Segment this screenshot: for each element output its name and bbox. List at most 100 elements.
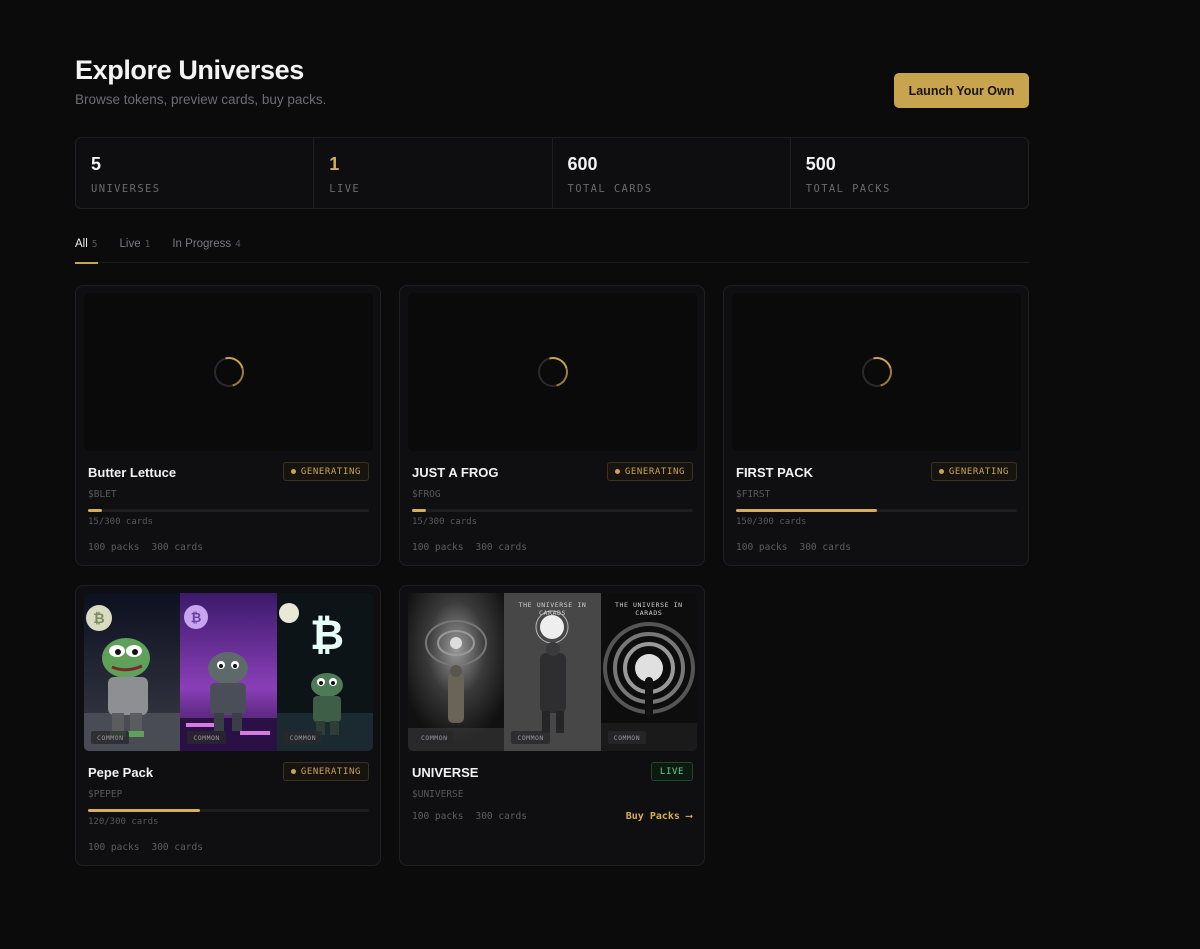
progress-text: 15/300 cards <box>88 517 154 527</box>
stat-value: 5 <box>91 154 102 174</box>
card-preview-strip: COMMON THE UNIVERSE IN CARADS COMMON THE… <box>408 593 697 751</box>
progress-fill <box>88 809 201 812</box>
card-name: JUST A FROG <box>412 465 499 480</box>
status-text: GENERATING <box>624 466 685 477</box>
tab-count: 4 <box>235 239 241 250</box>
card-image-universe-1: COMMON <box>408 593 505 751</box>
stat-value: 600 <box>567 154 598 174</box>
card-image-universe-3: THE UNIVERSE IN CARADS COMMON <box>600 593 697 751</box>
pack-count: 100 packs <box>412 542 464 553</box>
card-meta: 100 packs 300 cards <box>88 542 215 553</box>
progress-fill <box>736 509 877 512</box>
status-text: GENERATING <box>300 766 361 777</box>
stat-universes: 5 UNIVERSES <box>76 138 315 208</box>
status-badge: GENERATING <box>606 462 693 481</box>
progress-text: 120/300 cards <box>88 817 159 827</box>
loading-spinner-icon <box>856 351 897 393</box>
stat-label: UNIVERSES <box>91 183 161 195</box>
tab-live[interactable]: Live 1 <box>120 232 151 263</box>
galaxy-figure-illustration-icon <box>408 593 505 751</box>
status-badge: LIVE <box>650 762 693 781</box>
card-image-pepe-1: ₿ COMMON <box>84 593 181 751</box>
buy-packs-link[interactable]: Buy Packs ⟶ <box>626 811 692 822</box>
card-meta: 100 packs 300 cards <box>88 842 215 853</box>
progress-bar <box>88 809 369 812</box>
card-preview-strip: ₿ COMMON ₿ COMMON ₿ COMMON <box>84 593 373 751</box>
panel-caption: THE UNIVERSE IN CARADS <box>614 601 683 617</box>
card-name: UNIVERSE <box>412 765 479 780</box>
loading-spinner-icon <box>532 351 573 393</box>
status-text: GENERATING <box>300 466 361 477</box>
card-preview-loading <box>408 293 697 451</box>
card-count: 300 cards <box>151 542 203 553</box>
pack-count: 100 packs <box>88 542 140 553</box>
card-name: FIRST PACK <box>736 465 814 480</box>
panel-caption: THE UNIVERSE IN CARADS <box>518 601 587 617</box>
page-title: Explore Universes <box>75 55 304 85</box>
card-image-universe-2: THE UNIVERSE IN CARADS COMMON <box>504 593 601 751</box>
tab-in-progress[interactable]: In Progress 4 <box>172 232 241 263</box>
status-badge: GENERATING <box>282 762 369 781</box>
card-meta: 100 packs 300 cards <box>736 542 863 553</box>
card-image-pepe-2: ₿ COMMON <box>180 593 277 751</box>
universe-card-butter-lettuce[interactable]: Butter Lettuce GENERATING $BLET 15/300 c… <box>75 285 381 566</box>
rarity-tag: COMMON <box>91 731 130 744</box>
tab-label: Live <box>119 238 141 250</box>
stat-value: 1 <box>329 154 340 174</box>
progress-fill <box>412 509 427 512</box>
svg-text:₿: ₿ <box>310 610 344 659</box>
card-ticker: $BLET <box>88 489 117 500</box>
progress-bar <box>88 509 369 512</box>
pepe-illustration-icon: ₿ <box>180 593 277 751</box>
tab-all[interactable]: All 5 <box>75 232 98 264</box>
stat-label: TOTAL PACKS <box>805 183 891 195</box>
status-dot-icon <box>290 469 296 474</box>
stat-value: 500 <box>805 154 836 174</box>
card-preview-loading <box>732 293 1021 451</box>
status-badge: GENERATING <box>282 462 369 481</box>
card-image-pepe-3: ₿ COMMON <box>276 593 373 751</box>
rarity-tag: COMMON <box>283 731 323 744</box>
card-count: 300 cards <box>475 811 527 822</box>
universe-card-just-a-frog[interactable]: JUST A FROG GENERATING $FROG 15/300 card… <box>399 285 705 566</box>
svg-text:₿: ₿ <box>93 611 104 627</box>
tab-count: 5 <box>91 239 98 250</box>
progress-bar <box>736 509 1017 512</box>
page-subtitle: Browse tokens, preview cards, buy packs. <box>75 92 327 107</box>
progress-bar <box>412 509 693 512</box>
rarity-tag: COMMON <box>607 731 647 744</box>
card-count: 300 cards <box>799 542 851 553</box>
status-dot-icon <box>938 469 944 474</box>
pepe-illustration-icon: ₿ <box>276 593 373 751</box>
stat-total-packs: 500 TOTAL PACKS <box>791 138 1028 208</box>
stat-live: 1 LIVE <box>314 138 553 208</box>
progress-fill <box>88 509 103 512</box>
universe-card-first-pack[interactable]: FIRST PACK GENERATING $FIRST 150/300 car… <box>723 285 1029 566</box>
tab-label: In Progress <box>172 238 232 250</box>
rarity-tag: COMMON <box>511 731 550 744</box>
rarity-tag: COMMON <box>415 731 454 744</box>
universe-card-universe[interactable]: COMMON THE UNIVERSE IN CARADS COMMON THE… <box>399 585 705 866</box>
rarity-tag: COMMON <box>187 731 226 744</box>
pepe-illustration-icon: ₿ <box>84 593 181 751</box>
launch-your-own-button[interactable]: Launch Your Own <box>894 73 1029 108</box>
stat-label: LIVE <box>329 183 361 195</box>
svg-text:₿: ₿ <box>191 611 202 626</box>
stat-total-cards: 600 TOTAL CARDS <box>553 138 791 208</box>
card-ticker: $FIRST <box>736 489 771 500</box>
card-name: Pepe Pack <box>88 765 154 780</box>
card-meta: 100 packs 300 cards <box>412 811 539 822</box>
pack-count: 100 packs <box>412 811 464 822</box>
stats-bar: 5 UNIVERSES 1 LIVE 600 TOTAL CARDS 500 T… <box>75 137 1029 209</box>
loading-spinner-icon <box>208 351 249 393</box>
card-ticker: $FROG <box>412 489 441 500</box>
progress-text: 150/300 cards <box>736 517 807 527</box>
tab-label: All <box>75 238 88 250</box>
card-ticker: $PEPEP <box>88 789 123 800</box>
card-name: Butter Lettuce <box>88 465 177 480</box>
filter-tabs: All 5 Live 1 In Progress 4 <box>75 232 1029 264</box>
status-text: LIVE <box>659 766 684 777</box>
universe-card-pepe-pack[interactable]: ₿ COMMON ₿ COMMON ₿ COMMON Pepe Pack GEN… <box>75 585 381 866</box>
status-text: GENERATING <box>948 466 1009 477</box>
status-dot-icon <box>614 469 620 474</box>
